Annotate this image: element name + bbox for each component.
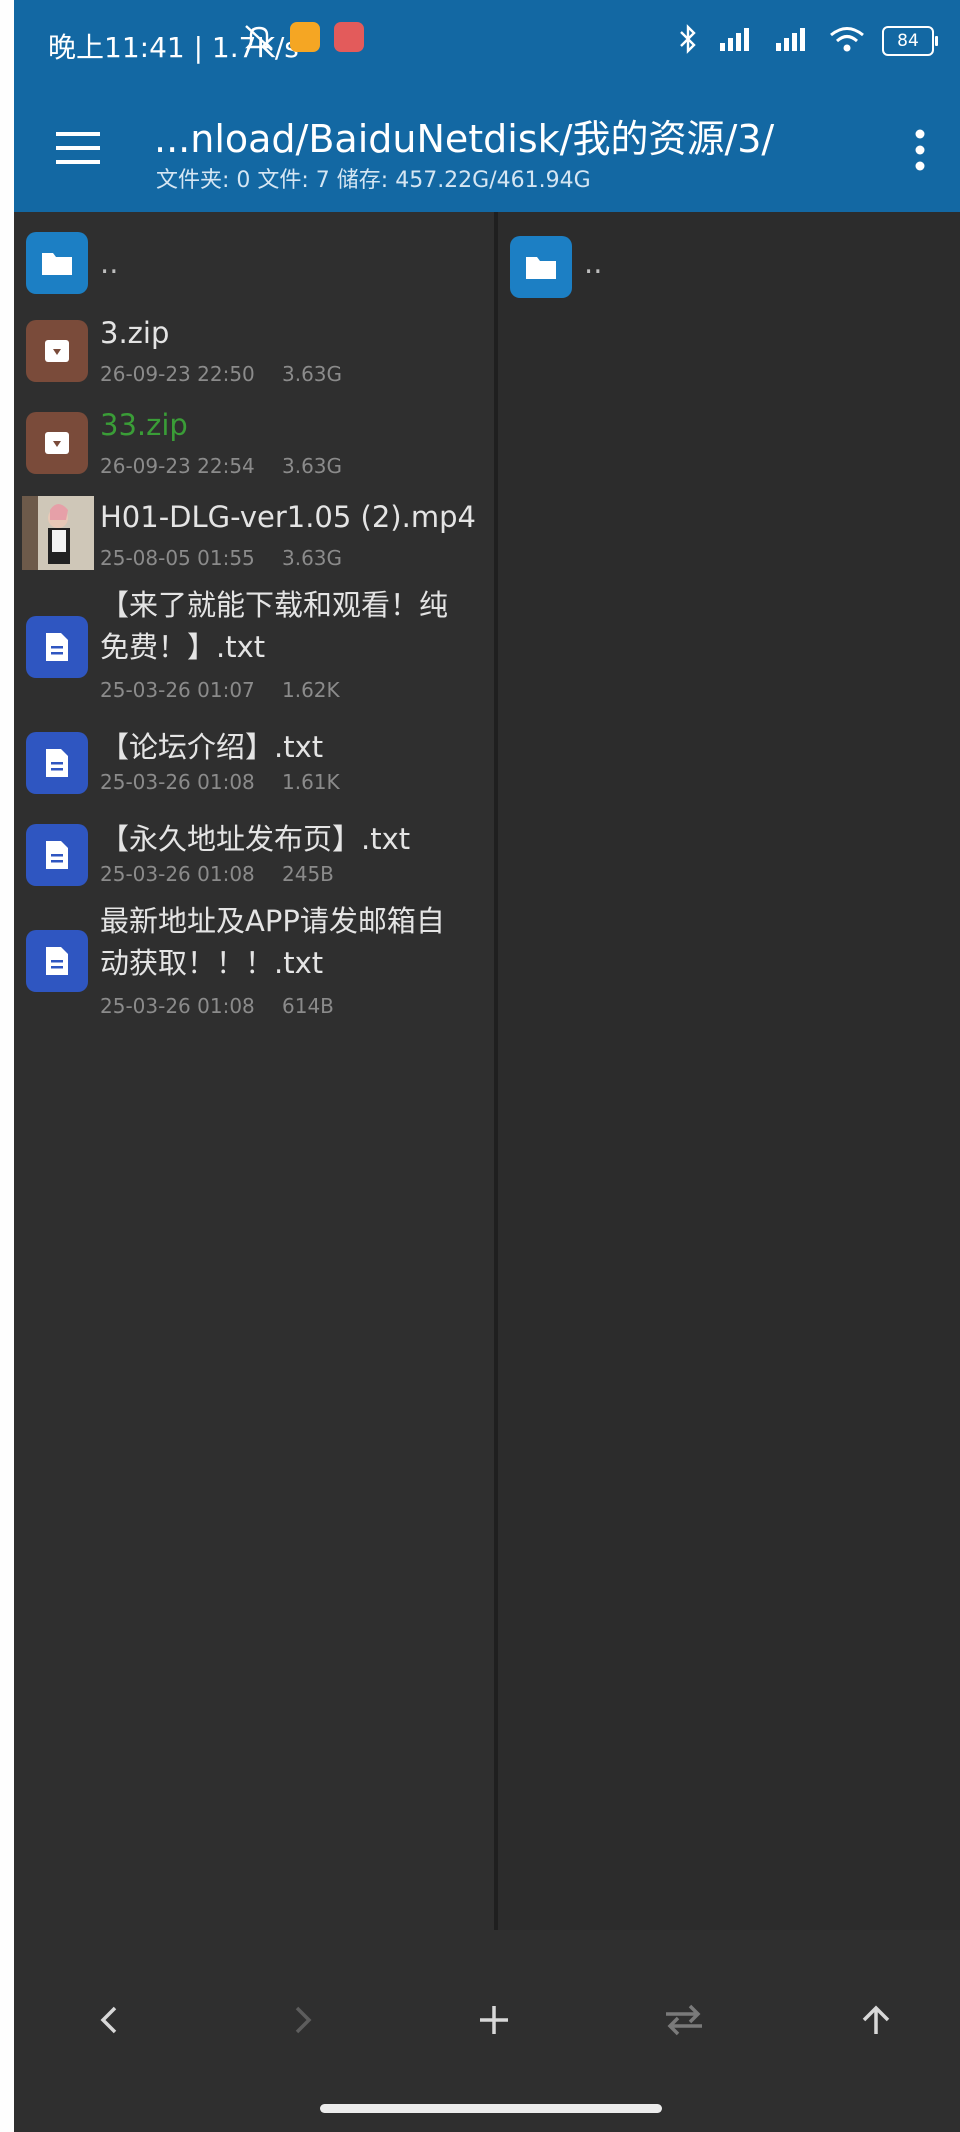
file-name: 3.zip [100,316,170,350]
left-file-pane[interactable]: .. 3.zip 26-09-23 22:50 3.63G 33.zip 26-… [14,212,494,1930]
app-header: 晚上11:41 | 1.7K/s 84 ...nload/BaiduNetdis… [14,0,960,212]
text-file-icon [26,930,88,992]
back-icon[interactable] [70,1980,150,2060]
file-size: 3.63G [282,454,343,478]
list-item[interactable]: 最新地址及APP请发邮箱自动获取！！！.txt 25-03-26 01:08 6… [14,900,494,1024]
up-icon[interactable] [836,1980,916,2060]
file-size: 614B [282,994,334,1018]
file-size: 3.63G [282,546,343,570]
file-name: .. [584,246,603,280]
file-size: 1.62K [282,678,340,702]
battery-icon: 84 [882,26,938,56]
list-item[interactable]: H01-DLG-ver1.05 (2).mp4 25-08-05 01:55 3… [14,494,494,578]
list-item[interactable]: .. [498,222,960,302]
file-size: 1.61K [282,770,340,794]
toolbar: ...nload/BaiduNetdisk/我的资源/3/ 文件夹: 0 文件:… [14,90,960,212]
storage-info: 文件夹: 0 文件: 7 储存: 457.22G/461.94G [156,168,591,193]
forward-icon[interactable] [262,1980,342,2060]
file-name: 【永久地址发布页】.txt [100,822,411,856]
file-date: 26-09-23 22:54 [100,454,255,478]
hamburger-icon[interactable] [52,122,104,174]
app-notification-icon [334,22,364,52]
file-date: 25-08-05 01:55 [100,546,255,570]
file-date: 25-03-26 01:07 [100,678,255,702]
text-file-icon [26,616,88,678]
folder-icon [510,236,572,298]
file-size: 245B [282,862,334,886]
file-date: 25-03-26 01:08 [100,862,255,886]
status-right-icons: 84 [676,24,938,58]
status-left-icons [242,22,364,58]
archive-icon [26,320,88,382]
phone-screen: 晚上11:41 | 1.7K/s 84 ...nload/BaiduNetdis… [14,0,960,2132]
app-notification-icon [290,22,320,52]
list-item[interactable]: 【永久地址发布页】.txt 25-03-26 01:08 245B [14,810,494,894]
list-item[interactable]: 33.zip 26-09-23 22:54 3.63G [14,402,494,486]
wifi-icon [828,25,866,57]
folder-icon [26,232,88,294]
more-vert-icon[interactable] [900,120,940,180]
list-item[interactable]: .. [14,222,494,302]
right-file-pane[interactable]: .. [498,212,960,1930]
file-name: 最新地址及APP请发邮箱自动获取！！！.txt [100,904,445,980]
swap-icon[interactable] [644,1980,724,2060]
file-name: 【来了就能下载和观看！纯免费！】.txt [100,588,449,664]
file-name: 【论坛介绍】.txt [100,730,324,764]
mute-icon [242,22,276,58]
file-date: 25-03-26 01:08 [100,770,255,794]
bluetooth-icon [676,24,700,58]
archive-icon [26,412,88,474]
home-indicator[interactable] [320,2104,662,2113]
bottom-nav [14,1930,960,2132]
list-item[interactable]: 【来了就能下载和观看！纯免费！】.txt 25-03-26 01:07 1.62… [14,584,494,708]
status-bar: 晚上11:41 | 1.7K/s 84 [14,0,960,90]
signal-icon [772,25,812,57]
list-item[interactable]: 【论坛介绍】.txt 25-03-26 01:08 1.61K [14,718,494,802]
text-file-icon [26,732,88,794]
file-date: 25-03-26 01:08 [100,994,255,1018]
file-date: 26-09-23 22:50 [100,362,255,386]
list-item[interactable]: 3.zip 26-09-23 22:50 3.63G [14,310,494,394]
path-title: ...nload/BaiduNetdisk/我的资源/3/ [154,117,775,161]
file-size: 3.63G [282,362,343,386]
signal-icon [716,25,756,57]
file-name: .. [100,246,119,280]
video-thumbnail [22,496,94,570]
file-name: H01-DLG-ver1.05 (2).mp4 [100,500,476,534]
text-file-icon [26,824,88,886]
file-name: 33.zip [100,408,188,442]
add-icon[interactable] [454,1980,534,2060]
